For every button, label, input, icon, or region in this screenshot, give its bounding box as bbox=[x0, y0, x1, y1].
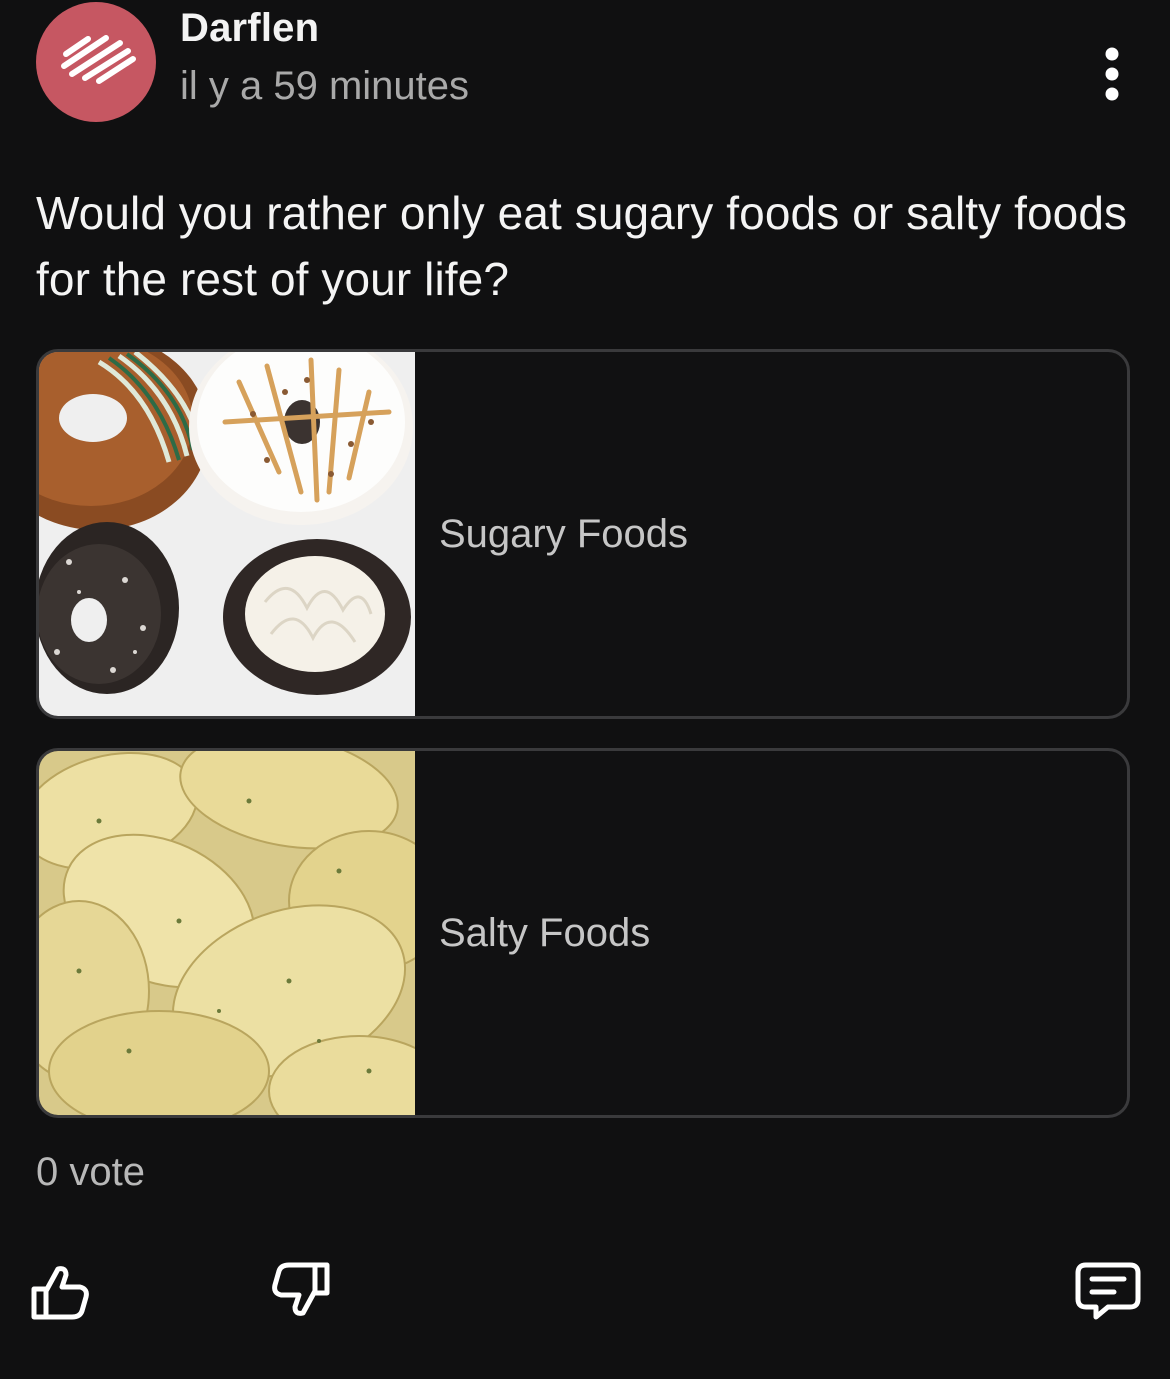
dislike-button[interactable] bbox=[265, 1255, 337, 1327]
darflen-logo-icon bbox=[61, 35, 136, 84]
avatar[interactable] bbox=[36, 2, 156, 122]
comment-icon bbox=[1075, 1262, 1141, 1320]
comment-button[interactable] bbox=[1072, 1255, 1144, 1327]
potato-chips-photo bbox=[39, 751, 415, 1115]
like-button[interactable] bbox=[24, 1255, 96, 1327]
donuts-image bbox=[39, 352, 415, 716]
poll-option-label: Sugary Foods bbox=[439, 511, 689, 556]
thumbs-up-icon bbox=[31, 1266, 89, 1320]
poll-option-sugary[interactable]: Sugary Foods bbox=[36, 349, 1130, 719]
more-vertical-icon bbox=[1105, 47, 1119, 101]
poll-option-salty[interactable]: Salty Foods bbox=[36, 748, 1130, 1118]
more-options-button[interactable] bbox=[1090, 42, 1134, 106]
post-header: Darflen il y a 59 minutes bbox=[36, 0, 1134, 122]
post-page: Darflen il y a 59 minutes Would you rath… bbox=[0, 0, 1170, 1379]
poll-option-label: Salty Foods bbox=[439, 910, 651, 955]
chips-image bbox=[39, 751, 415, 1115]
thumbs-down-icon bbox=[272, 1262, 330, 1316]
post-timestamp: il y a 59 minutes bbox=[180, 64, 470, 108]
author-name[interactable]: Darflen bbox=[180, 6, 319, 51]
poll-question: Would you rather only eat sugary foods o… bbox=[36, 187, 1128, 305]
donuts-photo bbox=[39, 352, 415, 716]
vote-count: 0 vote bbox=[36, 1150, 145, 1194]
